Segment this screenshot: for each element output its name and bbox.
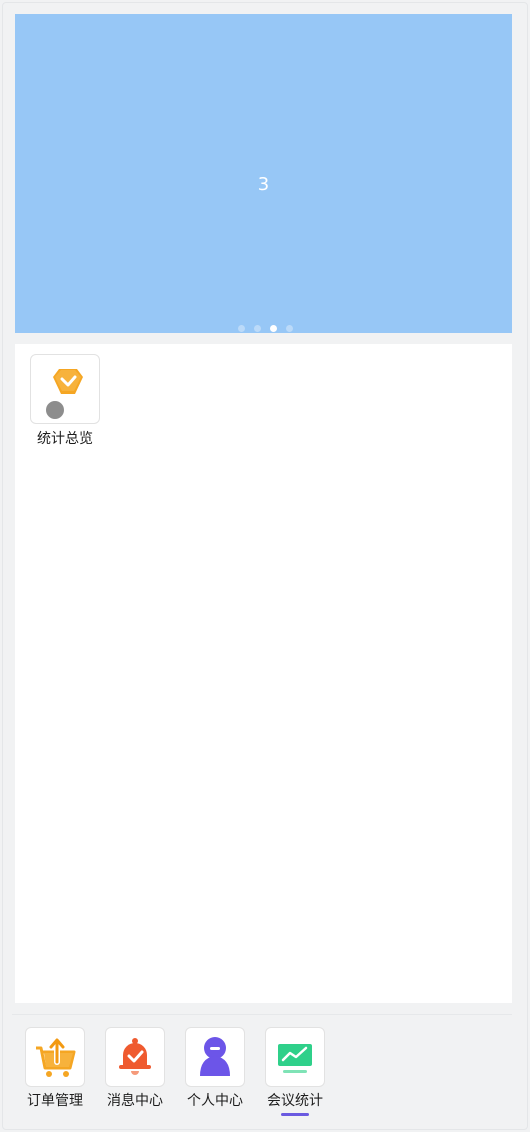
carousel-dot-3[interactable] xyxy=(270,325,277,332)
tab-label: 订单管理 xyxy=(27,1093,83,1109)
monitor-chart-icon xyxy=(265,1027,325,1087)
menu-grid: 统计总览 xyxy=(15,344,512,1003)
carousel-dot-4[interactable] xyxy=(286,325,293,332)
active-tab-indicator xyxy=(281,1113,309,1116)
carousel-dot-2[interactable] xyxy=(254,325,261,332)
bottom-tab-bar: 订单管理 消息中心 个人中心 会议统计 xyxy=(12,1014,512,1125)
person-icon xyxy=(185,1027,245,1087)
carousel-dot-1[interactable] xyxy=(238,325,245,332)
slide-number: 3 xyxy=(257,174,270,195)
tab-message-center[interactable]: 消息中心 xyxy=(105,1027,165,1110)
tab-label: 会议统计 xyxy=(267,1093,323,1109)
diamond-badge-icon xyxy=(30,354,100,424)
carousel-dots xyxy=(15,325,512,332)
tab-label: 消息中心 xyxy=(107,1093,163,1109)
bell-check-icon xyxy=(105,1027,165,1087)
banner-carousel[interactable]: 3 xyxy=(15,14,512,333)
grid-item-stats-overview[interactable]: 统计总览 xyxy=(30,354,100,448)
tab-order-management[interactable]: 订单管理 xyxy=(25,1027,85,1110)
tab-label: 个人中心 xyxy=(187,1093,243,1109)
tab-meeting-stats[interactable]: 会议统计 xyxy=(265,1027,325,1116)
cart-upload-icon xyxy=(25,1027,85,1087)
tab-personal-center[interactable]: 个人中心 xyxy=(185,1027,245,1110)
grid-item-label: 统计总览 xyxy=(37,431,93,447)
